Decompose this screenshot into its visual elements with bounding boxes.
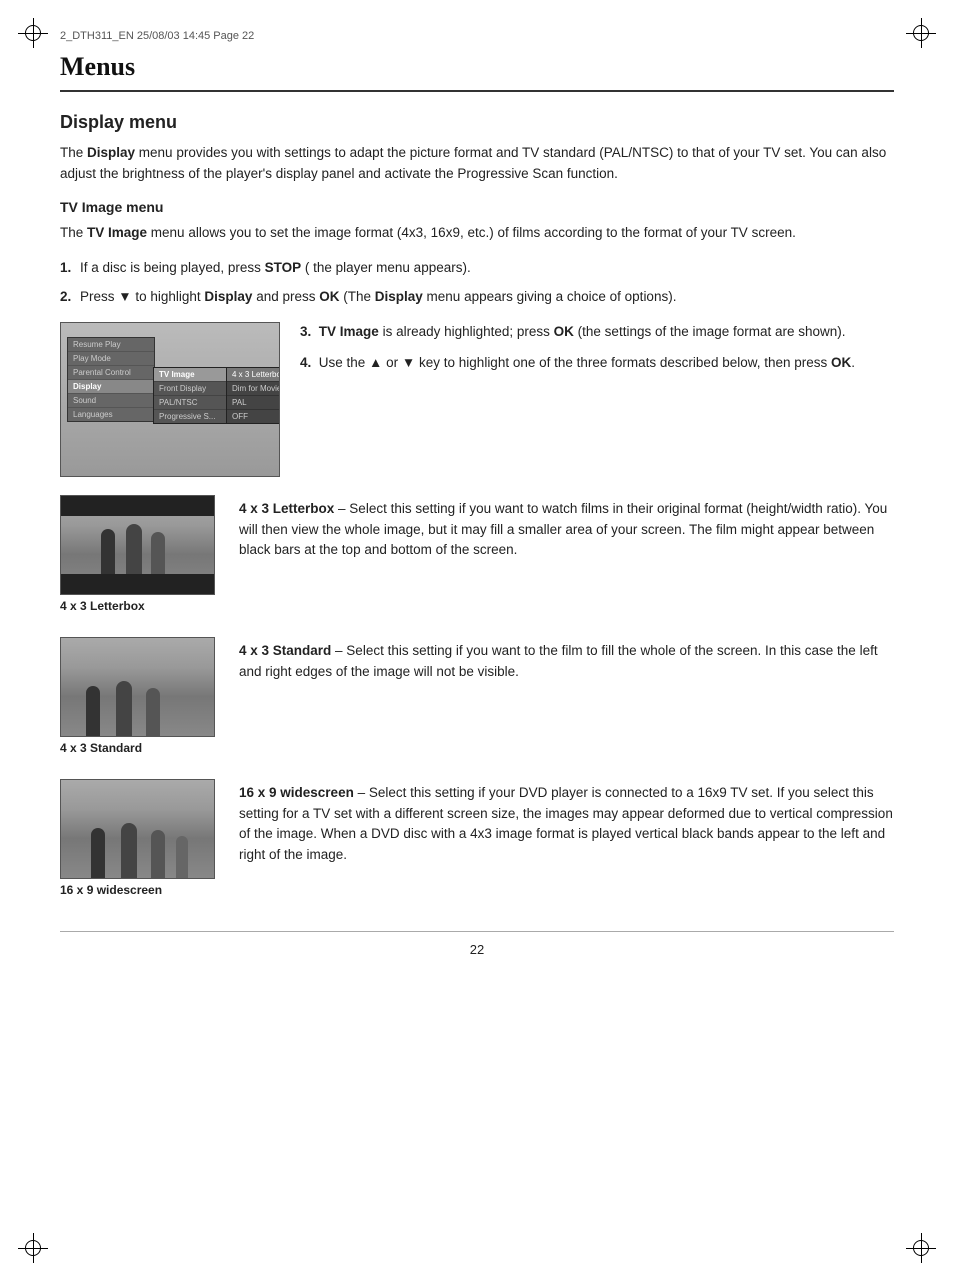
ok-bold-2: OK [554, 324, 574, 339]
reg-mark-bottom-right [906, 1233, 936, 1263]
black-bar-bottom-letterbox [61, 574, 214, 594]
black-bar-top-letterbox [61, 496, 214, 516]
standard-bold: 4 x 3 Standard [239, 643, 331, 658]
menu-item-playmode: Play Mode [68, 352, 154, 366]
step-2-num: 2. [60, 287, 71, 308]
tv-image-bold: TV Image [87, 225, 147, 240]
desc-standard: 4 x 3 Standard – Select this setting if … [239, 637, 894, 683]
reg-mark-top-right [906, 18, 936, 48]
person-letterbox-2 [126, 524, 142, 574]
menu-screenshot: Resume Play Play Mode Parental Control D… [60, 322, 280, 477]
step-3: 3. TV Image is already highlighted; pres… [300, 322, 894, 343]
image-label-standard: 4 x 3 Standard [60, 741, 215, 755]
reg-mark-bottom-left [18, 1233, 48, 1263]
person-widescreen-2 [121, 823, 137, 878]
desc-letterbox-text: 4 x 3 Letterbox – Select this setting if… [239, 499, 894, 562]
menu-item-display: Display [68, 380, 154, 394]
step-1-num: 1. [60, 258, 71, 279]
widescreen-bold: 16 x 9 widescreen [239, 785, 354, 800]
header-text: 2_DTH311_EN 25/08/03 14:45 Page 22 [60, 30, 254, 42]
step-3-num: 3. [300, 324, 311, 339]
person-letterbox-3 [151, 532, 165, 574]
format-row-letterbox: 4 x 3 Letterbox 4 x 3 Letterbox – Select… [60, 495, 894, 617]
desc-standard-text: 4 x 3 Standard – Select this setting if … [239, 641, 894, 683]
format-row-standard: 4 x 3 Standard 4 x 3 Standard – Select t… [60, 637, 894, 759]
submenu2-dim: Dim for Movies [227, 382, 280, 396]
tv-image-bold-2: TV Image [319, 324, 379, 339]
person-standard-2 [116, 681, 132, 736]
image-label-letterbox: 4 x 3 Letterbox [60, 599, 215, 613]
display-bold-2: Display [204, 289, 252, 304]
subsection-heading: TV Image menu [60, 199, 894, 215]
menu-item-languages: Languages [68, 408, 154, 421]
desc-letterbox: 4 x 3 Letterbox – Select this setting if… [239, 495, 894, 562]
step-2-text: Press ▼ to highlight Display and press O… [80, 289, 676, 304]
img-col-widescreen: 16 x 9 widescreen [60, 779, 215, 901]
submenu-tvimage: TV Image [154, 368, 227, 382]
step-2: 2. Press ▼ to highlight Display and pres… [60, 287, 894, 308]
page-container: 2_DTH311_EN 25/08/03 14:45 Page 22 Menus… [0, 0, 954, 1281]
desc-widescreen-text: 16 x 9 widescreen – Select this setting … [239, 783, 894, 867]
person-standard-1 [86, 686, 100, 736]
ok-bold: OK [319, 289, 339, 304]
person-widescreen-4 [176, 836, 188, 878]
submenu-palntsc: PAL/NTSC [154, 396, 227, 410]
letterbox-bold: 4 x 3 Letterbox [239, 501, 334, 516]
reg-mark-top-left [18, 18, 48, 48]
step-1: 1. If a disc is being played, press STOP… [60, 258, 894, 279]
submenu2-letterbox: 4 x 3 Letterbox [227, 368, 280, 382]
submenu-progressive: Progressive S... [154, 410, 227, 423]
person-letterbox-1 [101, 529, 115, 574]
step-4: 4. Use the ▲ or ▼ key to highlight one o… [300, 353, 894, 374]
menu-item-parental: Parental Control [68, 366, 154, 380]
menu-item-resume: Resume Play [68, 338, 154, 352]
person-widescreen-1 [91, 828, 105, 878]
header-meta: 2_DTH311_EN 25/08/03 14:45 Page 22 [60, 30, 894, 42]
desc-widescreen: 16 x 9 widescreen – Select this setting … [239, 779, 894, 867]
title-rule [60, 90, 894, 92]
ok-bold-3: OK [831, 355, 851, 370]
menu-screenshot-section: Resume Play Play Mode Parental Control D… [60, 322, 894, 477]
format-row-widescreen: 16 x 9 widescreen 16 x 9 widescreen – Se… [60, 779, 894, 901]
display-bold-3: Display [375, 289, 423, 304]
steps-list: 1. If a disc is being played, press STOP… [60, 258, 894, 308]
display-bold: Display [87, 145, 135, 160]
steps-3-4-col: 3. TV Image is already highlighted; pres… [300, 322, 894, 384]
section-intro: The Display menu provides you with setti… [60, 143, 894, 185]
page-title: Menus [60, 52, 894, 82]
subsection-intro: The TV Image menu allows you to set the … [60, 223, 894, 244]
image-label-widescreen: 16 x 9 widescreen [60, 883, 215, 897]
section-heading: Display menu [60, 112, 894, 133]
person-widescreen-3 [151, 830, 165, 878]
img-col-letterbox: 4 x 3 Letterbox [60, 495, 215, 617]
menu-screenshot-col: Resume Play Play Mode Parental Control D… [60, 322, 280, 477]
submenu2-pal: PAL [227, 396, 280, 410]
step-4-num: 4. [300, 355, 311, 370]
page-number: 22 [60, 931, 894, 957]
step-1-text: If a disc is being played, press STOP ( … [80, 260, 471, 275]
img-col-standard: 4 x 3 Standard [60, 637, 215, 759]
menu-item-sound: Sound [68, 394, 154, 408]
submenu2-off: OFF [227, 410, 280, 423]
submenu-frontdisplay: Front Display [154, 382, 227, 396]
format-image-letterbox [60, 495, 215, 595]
format-image-widescreen [60, 779, 215, 879]
person-standard-3 [146, 688, 160, 736]
stop-bold: STOP [265, 260, 302, 275]
format-image-standard [60, 637, 215, 737]
